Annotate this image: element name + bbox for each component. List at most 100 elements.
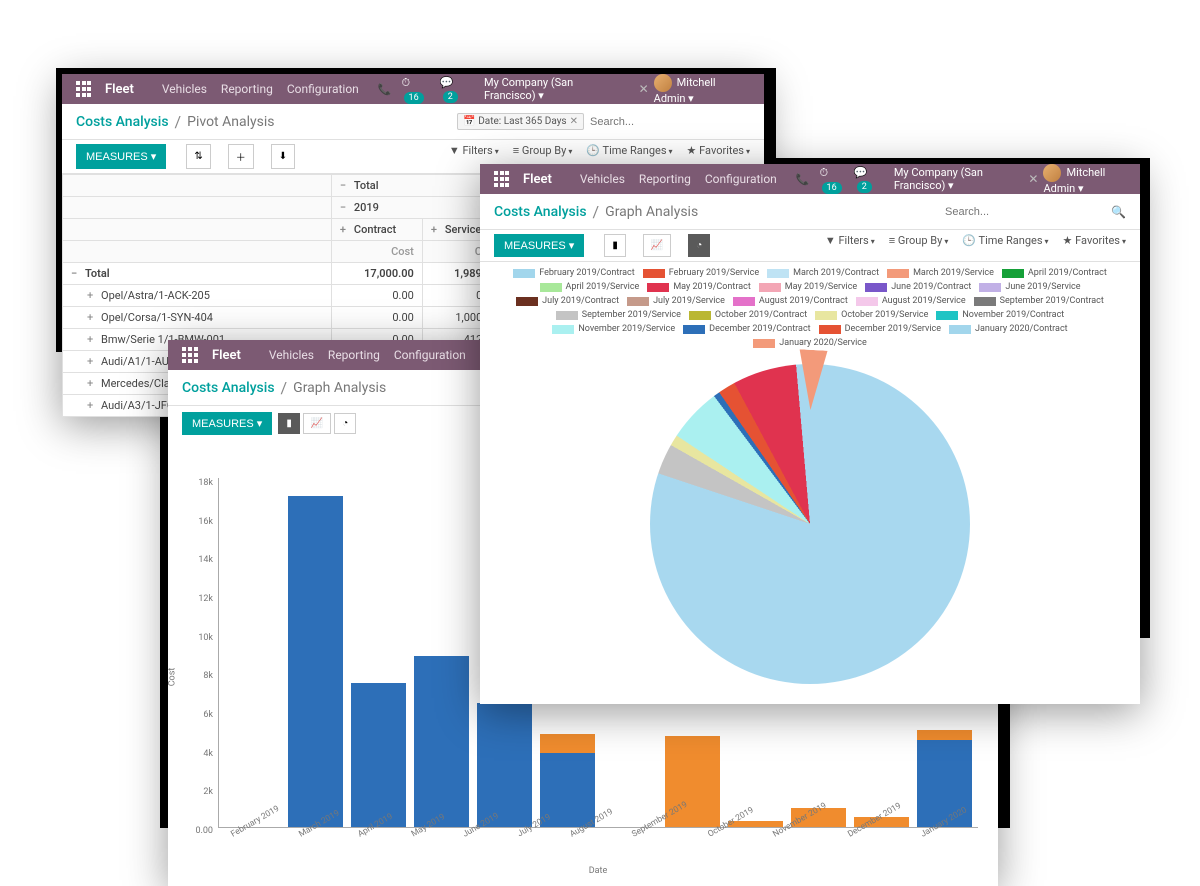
expand-all-button[interactable]: ＋ [228,144,254,169]
timeranges-menu[interactable]: 🕒 Time Ranges▾ [962,234,1048,257]
nav-reporting[interactable]: Reporting [639,172,691,186]
breadcrumb: Costs Analysis / Pivot Analysis 📅 Date: … [62,104,764,140]
legend-item[interactable]: October 2019/Service [815,310,928,320]
legend-item[interactable]: July 2019/Service [627,296,725,306]
chat-icon[interactable]: 💬2 [854,166,879,192]
flip-axis-button[interactable]: ⇅ [186,144,210,169]
legend-item[interactable]: November 2019/Service [552,324,675,334]
nav-configuration[interactable]: Configuration [394,348,466,362]
legend-item[interactable]: April 2019/Service [540,282,640,292]
company-selector[interactable]: My Company (San Francisco) ▾ [484,76,624,102]
nav-reporting[interactable]: Reporting [221,82,273,96]
legend-item[interactable]: March 2019/Contract [767,268,879,278]
table-row-header[interactable]: +Opel/Astra/1-ACK-205 [63,285,332,307]
legend-item[interactable]: February 2019/Contract [513,268,635,278]
pie-chart-button[interactable]: ◔ [688,234,710,257]
line-chart-button[interactable]: 📈 [643,234,671,257]
search-input[interactable] [945,206,1105,218]
expand-icon[interactable]: + [87,311,97,324]
table-row-header[interactable]: −Total [63,263,332,285]
expand-icon[interactable]: − [71,267,81,280]
legend-item[interactable]: November 2019/Contract [936,310,1064,320]
close-icon[interactable]: ✕ [1028,172,1038,186]
collapse-icon[interactable]: − [340,201,350,214]
user-menu[interactable]: Mitchell Admin ▾ [1043,164,1126,195]
y-axis: 18k16k14k12k10k8k6k4k2k0.00 [178,478,213,836]
pie-chart [650,364,970,684]
legend-item[interactable]: September 2019/Service [556,310,681,320]
search-icon[interactable]: 🔍 [1111,205,1126,219]
measures-button[interactable]: MEASURES ▾ [182,412,272,435]
collapse-icon[interactable]: − [340,179,350,192]
legend-item[interactable]: January 2020/Contract [949,324,1068,334]
filters-menu[interactable]: ▼ Filters▾ [825,234,875,257]
app-brand: Fleet [105,82,134,97]
line-chart-button[interactable]: 📈 [303,413,331,434]
expand-icon[interactable]: + [431,223,441,236]
topbar: Fleet Vehicles Reporting Configuration 📞… [480,164,1140,194]
download-button[interactable]: ⬇ [271,144,295,169]
favorites-menu[interactable]: ★ Favorites▾ [1063,234,1126,257]
expand-icon[interactable]: + [87,377,97,390]
expand-icon[interactable]: + [87,399,97,412]
apps-icon[interactable] [76,81,91,97]
legend-item[interactable]: May 2019/Contract [647,282,750,292]
bar-column [351,683,406,827]
legend-item[interactable]: January 2020/Service [753,338,867,348]
clock-icon[interactable]: ⏱16 [402,76,430,103]
legend-item[interactable]: September 2019/Contract [974,296,1104,306]
nav-vehicles[interactable]: Vehicles [269,348,314,362]
apps-icon[interactable] [494,171,509,187]
breadcrumb-current: Graph Analysis [293,380,386,396]
legend-item[interactable]: April 2019/Contract [1002,268,1107,278]
breadcrumb-root[interactable]: Costs Analysis [494,204,587,220]
measures-button[interactable]: MEASURES ▾ [76,144,166,169]
legend-item[interactable]: June 2019/Contract [865,282,971,292]
nav-reporting[interactable]: Reporting [328,348,380,362]
legend-item[interactable]: July 2019/Contract [516,296,619,306]
y-axis-label: Cost [167,668,177,687]
avatar [1043,164,1061,182]
phone-icon[interactable]: 📞 [796,173,810,186]
legend-item[interactable]: June 2019/Service [979,282,1080,292]
expand-icon[interactable]: + [87,333,97,346]
user-menu[interactable]: Mitchell Admin ▾ [654,74,750,105]
legend-item[interactable]: August 2019/Service [856,296,966,306]
expand-icon[interactable]: + [87,289,97,302]
pie-slice-exploded [796,349,827,410]
nav-configuration[interactable]: Configuration [287,82,359,96]
table-row-header[interactable]: +Opel/Corsa/1-SYN-404 [63,307,332,329]
legend-item[interactable]: December 2019/Service [819,324,941,334]
legend-item[interactable]: October 2019/Contract [689,310,807,320]
legend-item[interactable]: February 2019/Service [643,268,759,278]
nav-vehicles[interactable]: Vehicles [580,172,625,186]
bar-chart-button[interactable]: ▮ [604,234,626,257]
groupby-menu[interactable]: ≡ Group By▾ [889,234,949,257]
nav-vehicles[interactable]: Vehicles [162,82,207,96]
breadcrumb-root[interactable]: Costs Analysis [76,114,169,130]
bar-chart-button[interactable]: ▮ [278,413,300,434]
pie-chart-button[interactable]: ◔ [334,413,356,434]
bar-column [414,656,469,827]
chat-icon[interactable]: 💬2 [440,76,469,102]
breadcrumb-root[interactable]: Costs Analysis [182,380,275,396]
chip-remove-icon[interactable]: ✕ [570,116,578,127]
close-icon[interactable]: ✕ [639,82,649,96]
legend-item[interactable]: March 2019/Service [887,268,994,278]
phone-icon[interactable]: 📞 [378,83,392,96]
company-selector[interactable]: My Company (San Francisco) ▾ [894,166,1014,192]
chart-legend: February 2019/Contract February 2019/Serv… [480,262,1140,354]
nav-configuration[interactable]: Configuration [705,172,777,186]
legend-item[interactable]: May 2019/Service [759,282,857,292]
x-axis: February 2019March 2019April 2019May 201… [218,834,978,844]
expand-icon[interactable]: + [340,223,350,236]
legend-item[interactable]: August 2019/Contract [733,296,848,306]
apps-icon[interactable] [182,347,198,363]
legend-item[interactable]: December 2019/Contract [683,324,810,334]
clock-icon[interactable]: ⏱16 [820,166,844,193]
measures-button[interactable]: MEASURES ▾ [494,234,584,257]
pie-window: Fleet Vehicles Reporting Configuration 📞… [480,164,1140,704]
expand-icon[interactable]: + [87,355,97,368]
filter-chip-date[interactable]: 📅 Date: Last 365 Days✕ [457,113,584,130]
search-input[interactable] [590,116,750,128]
